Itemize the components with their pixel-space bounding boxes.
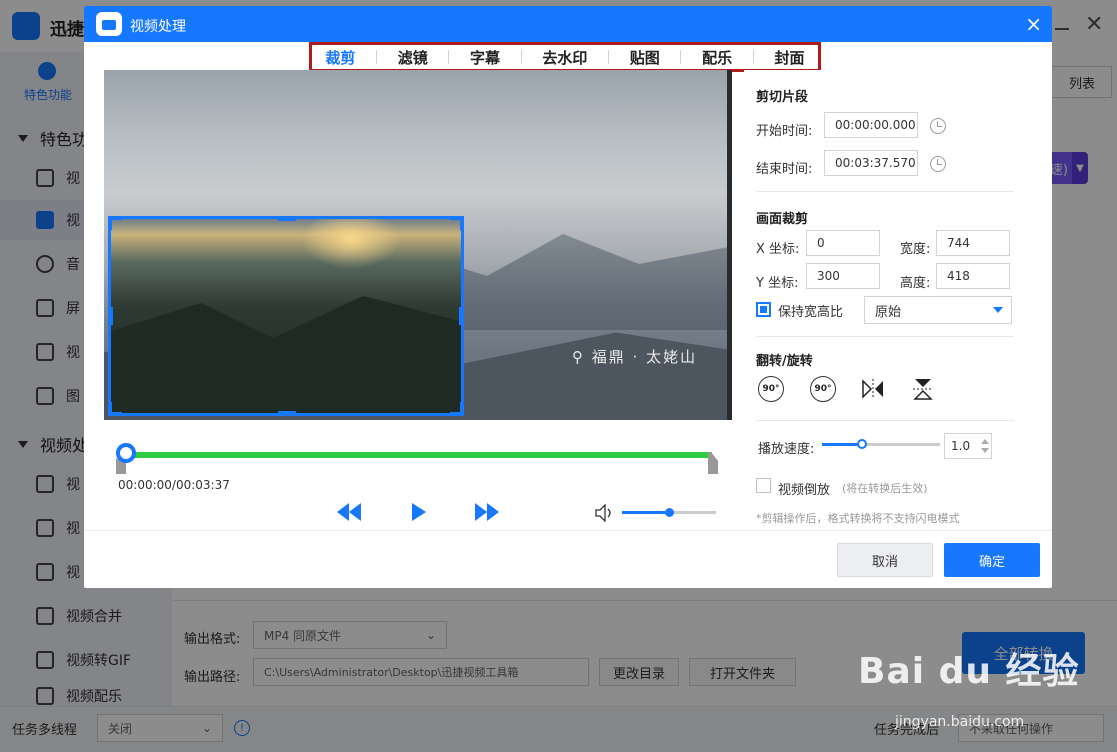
start-time-input[interactable]: 00:00:00.000 [824,112,918,138]
end-time-input[interactable]: 00:03:37.570 [824,150,918,176]
rewind-icon[interactable] [337,503,361,521]
video-processing-dialog: 视频处理 × 裁剪 滤镜 字幕 去水印 贴图 配乐 封面 ⚲ 福鼎 · 太姥山 [84,6,1052,588]
tab-bar: 裁剪 滤镜 字幕 去水印 贴图 配乐 封面 [309,42,821,72]
keep-ratio-checkbox[interactable] [756,302,771,317]
width-label: 宽度: [900,242,931,257]
tab-divider [752,50,754,64]
tab-sticker[interactable]: 贴图 [624,47,666,68]
tab-divider [448,50,450,64]
crop-handle-bottom[interactable] [278,411,296,416]
fast-forward-icon[interactable] [475,503,499,521]
divider [756,420,1014,421]
crop-handle-br[interactable] [460,402,464,416]
crop-selection[interactable] [108,216,464,416]
height-input[interactable]: 418 [936,263,1010,289]
volume-knob[interactable] [665,508,674,517]
volume-fill [622,511,669,514]
clock-icon[interactable] [930,118,946,134]
close-icon[interactable]: × [1025,12,1042,36]
y-input[interactable]: 300 [806,263,880,289]
flip-horizontal-icon[interactable] [860,376,886,402]
crop-handle-tl[interactable] [108,216,112,230]
tab-subtitle[interactable]: 字幕 [464,47,506,68]
reverse-hint: (将在转换后生效) [842,482,928,495]
x-label: X 坐标: [756,242,800,257]
tab-cover[interactable]: 封面 [768,47,810,68]
tab-divider [608,50,610,64]
crop-handle-right[interactable] [459,307,464,325]
timeline-track[interactable] [120,452,712,458]
video-location-text: ⚲ 福鼎 · 太姥山 [572,348,698,366]
tab-divider [376,50,378,64]
speed-knob[interactable] [857,439,868,449]
play-icon[interactable] [410,503,426,521]
ratio-select[interactable]: 原始 [864,296,1012,324]
spin-down-icon[interactable] [981,448,989,453]
settings-panel: 剪切片段 开始时间: 00:00:00.000 结束时间: 00:03:37.5… [744,70,1044,530]
speed-fill [822,443,863,446]
flip-vertical-icon[interactable] [910,376,936,402]
video-edge [727,70,732,420]
speed-label: 播放速度: [758,442,815,457]
height-label: 高度: [900,276,931,291]
tab-music[interactable]: 配乐 [696,47,738,68]
timecode: 00:00:00/00:03:37 [118,478,230,492]
tab-divider [520,50,522,64]
divider [756,191,1014,192]
y-label: Y 坐标: [756,276,799,291]
baidu-watermark-url: jingyan.baidu.com [895,714,1025,730]
dialog-title: 视频处理 [130,19,186,35]
keep-ratio-label: 保持宽高比 [778,305,844,320]
location-pin-icon: ⚲ [572,348,585,366]
tab-remove-watermark[interactable]: 去水印 [536,47,593,68]
toolbox-icon [96,12,122,36]
divider [84,530,1052,531]
tab-filter[interactable]: 滤镜 [392,47,434,68]
clock-icon[interactable] [930,156,946,172]
crop-handle-bl[interactable] [108,402,112,416]
width-input[interactable]: 744 [936,230,1010,256]
crop-handle-tr[interactable] [460,216,464,230]
baidu-watermark: Bai du 经验 [858,651,1080,692]
reverse-label: 视频倒放 [778,483,831,498]
tab-crop[interactable]: 裁剪 [319,47,361,68]
rotate-ccw-icon[interactable]: 90° [810,376,836,402]
start-time-label: 开始时间: [756,124,813,139]
crop-mountain [111,296,461,413]
confirm-button[interactable]: 确定 [944,543,1040,577]
cancel-button[interactable]: 取消 [837,543,933,577]
reverse-checkbox[interactable] [756,478,771,493]
spin-up-icon[interactable] [981,439,989,444]
crop-handle-left[interactable] [108,307,113,325]
dropdown-arrow-icon [993,307,1003,313]
crop-section-title: 画面裁剪 [756,212,809,227]
x-input[interactable]: 0 [806,230,880,256]
dialog-title-bar: 视频处理 × [84,6,1052,42]
tab-divider [680,50,682,64]
divider [756,336,1014,337]
flip-section-title: 翻转/旋转 [756,354,813,369]
volume-icon[interactable] [595,504,615,522]
end-time-label: 结束时间: [756,162,813,177]
lightning-mode-note: *剪辑操作后，格式转换将不支持闪电模式 [756,512,960,525]
speed-input[interactable]: 1.0 [944,433,992,459]
rotate-cw-icon[interactable]: 90° [758,376,784,402]
clip-section-title: 剪切片段 [756,90,809,105]
playhead[interactable] [116,443,136,463]
video-preview[interactable]: ⚲ 福鼎 · 太姥山 [104,70,732,420]
crop-handle-top[interactable] [278,216,296,221]
trim-end-handle[interactable] [708,452,718,474]
sunlight [301,219,401,269]
